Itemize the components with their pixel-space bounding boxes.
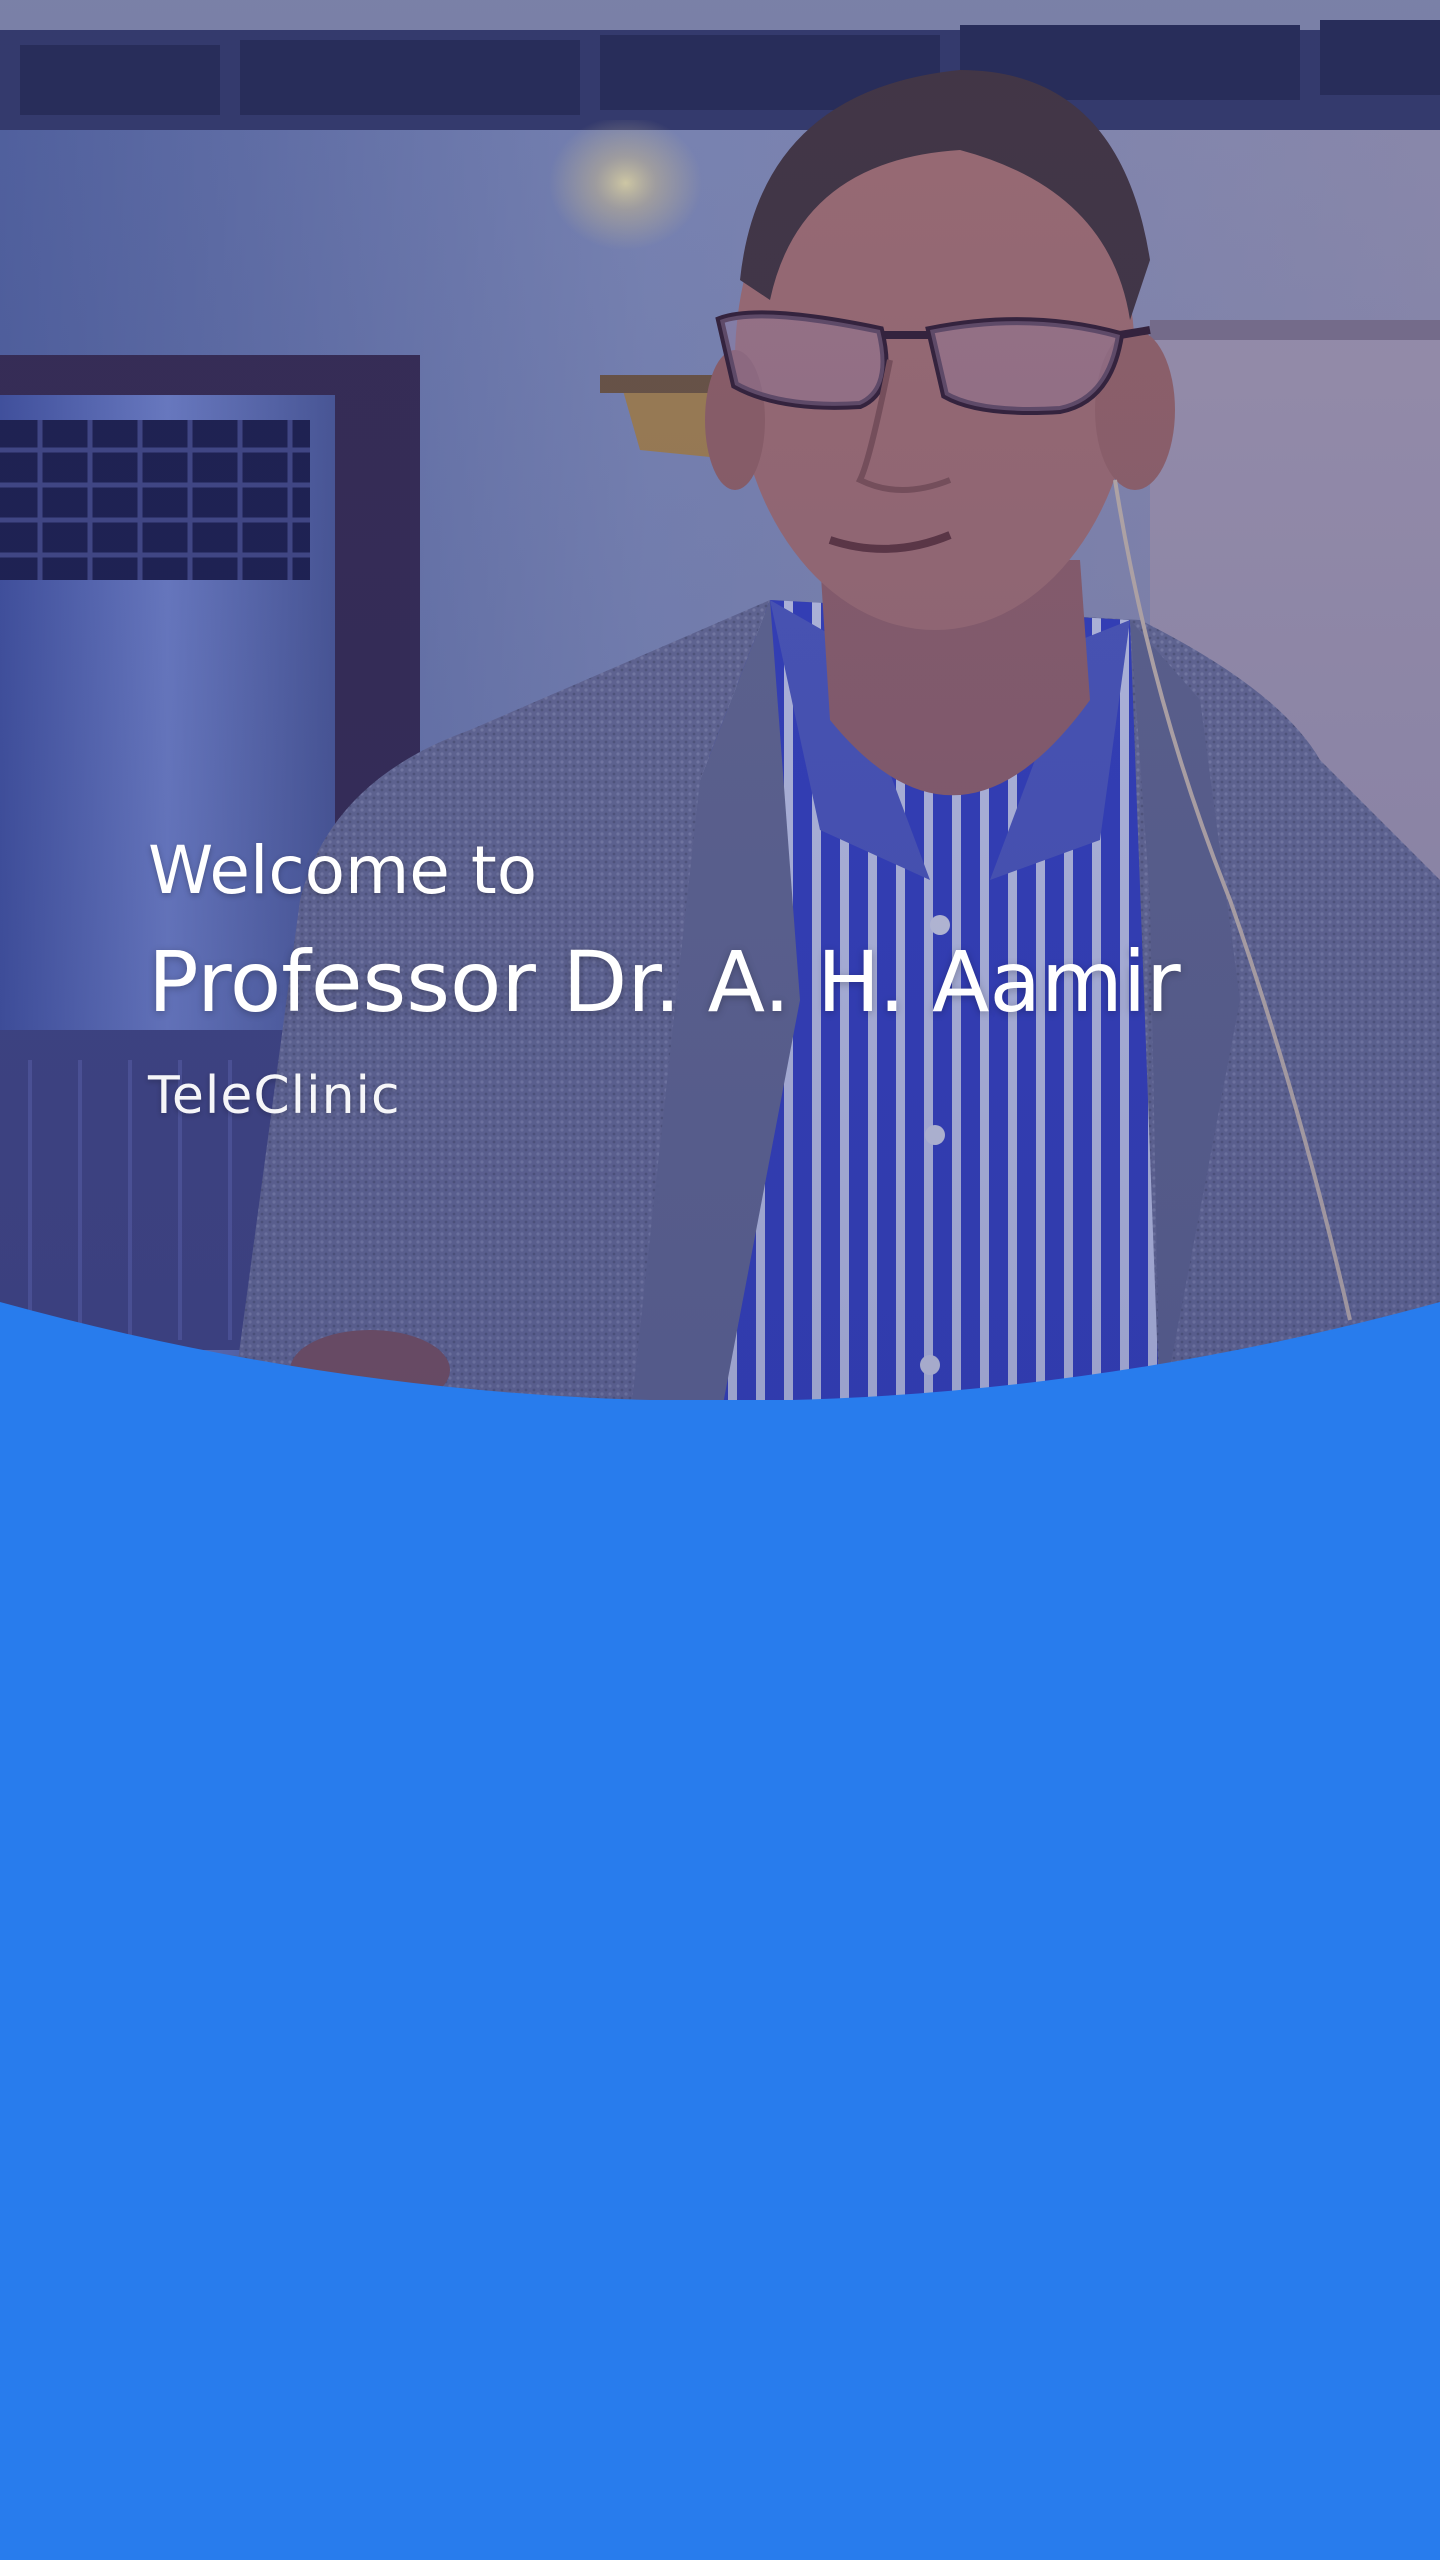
bottom-blue-panel [0,1400,1440,2560]
clinic-name: TeleClinic [148,1066,401,1126]
welcome-greeting: Welcome to [148,832,538,909]
doctor-portrait-image [0,0,1440,1420]
welcome-screen: Welcome to Professor Dr. A. H. Aamir Tel… [0,0,1440,2560]
welcome-text-block: Welcome to Professor Dr. A. H. Aamir Tel… [148,832,1181,1126]
hero-photo: Welcome to Professor Dr. A. H. Aamir Tel… [0,0,1440,1420]
doctor-name-title: Professor Dr. A. H. Aamir [148,933,1181,1031]
